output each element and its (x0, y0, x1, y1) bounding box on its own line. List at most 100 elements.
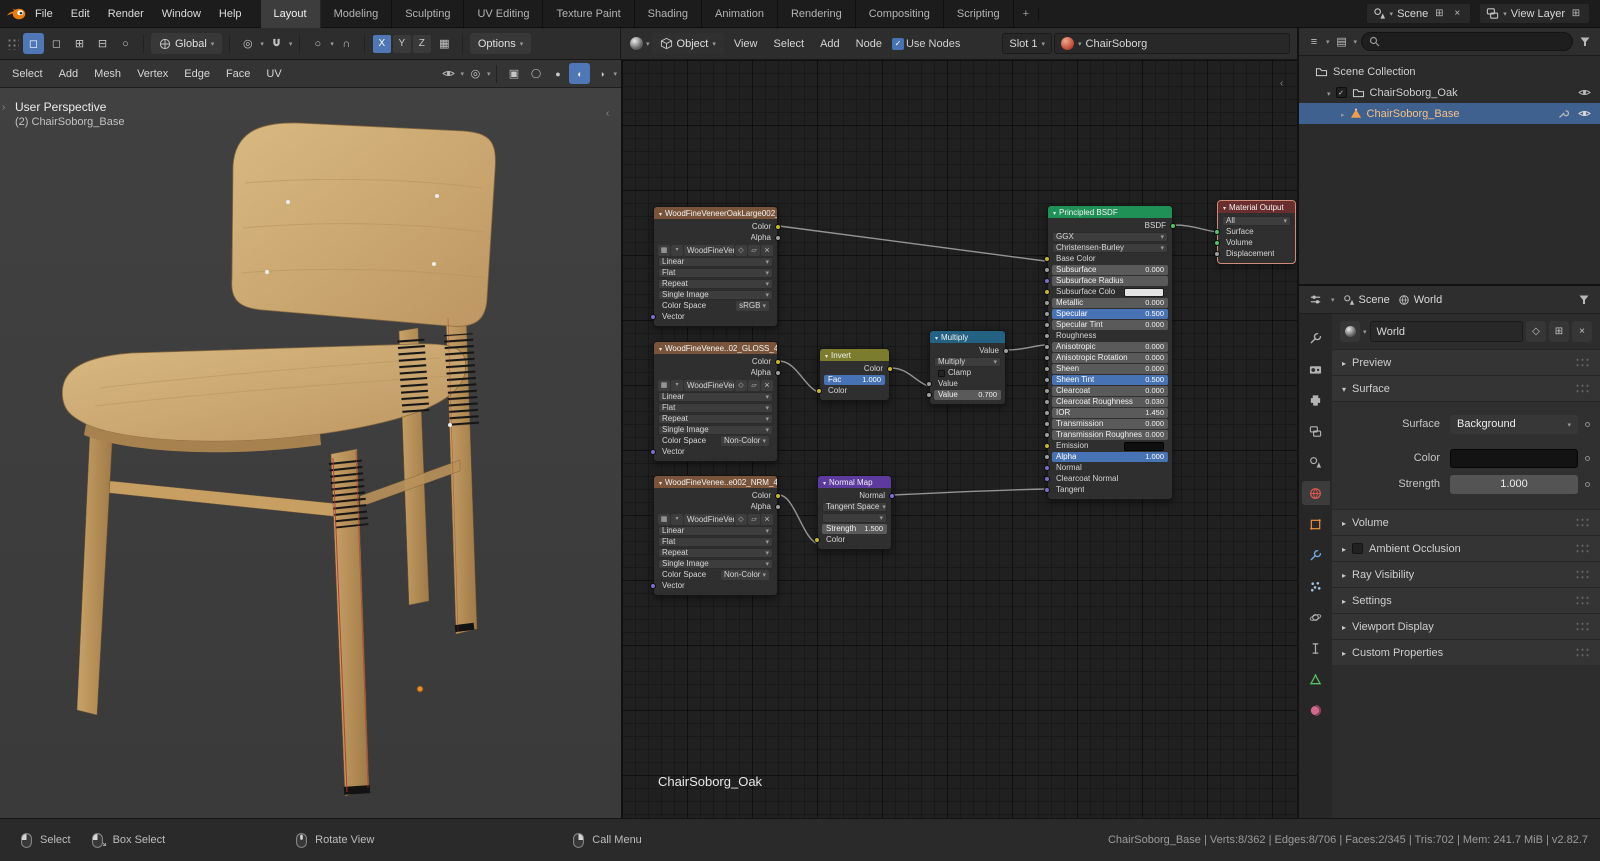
input-socket[interactable] (1214, 229, 1220, 235)
chevron-down-icon[interactable] (330, 38, 334, 49)
menubar-item[interactable]: Window (153, 0, 210, 28)
mirror-axis-button[interactable]: Z (413, 35, 431, 53)
node-invert[interactable]: Invert Color Fac1.000 Color (819, 348, 890, 401)
node-input-row[interactable]: Specular 0.500 (1052, 309, 1168, 319)
visibility-dropdown-icon[interactable] (438, 63, 459, 84)
image-name[interactable]: WoodFineVene... (684, 380, 734, 391)
disclosure-icon[interactable] (1327, 87, 1331, 99)
input-socket[interactable] (1044, 322, 1050, 328)
node-input-row[interactable]: Tangent (1052, 485, 1168, 495)
workspace-tab[interactable]: Animation (702, 0, 778, 28)
interpolation-dropdown[interactable]: Linear (658, 526, 773, 536)
collection-checkbox[interactable] (1336, 87, 1347, 98)
node-input-row[interactable]: Emission (1052, 441, 1168, 451)
strength-slider[interactable]: Strength1.500 (822, 524, 887, 534)
node-header[interactable]: Invert (820, 349, 889, 361)
mirror-axis-button[interactable]: X (373, 35, 391, 53)
color-space-dropdown[interactable]: Non-Color (721, 436, 769, 446)
panel-drag-icon[interactable] (1575, 357, 1590, 368)
use-nodes-checkbox[interactable] (892, 38, 904, 50)
input-socket[interactable] (1044, 311, 1050, 317)
node-header[interactable]: WoodFineVenee..02_GLOSS_4K.jpg (654, 342, 777, 354)
clamp-row[interactable]: Clamp (934, 368, 1001, 378)
animate-dot[interactable] (1585, 422, 1590, 427)
outliner-row-collection[interactable]: ChairSoborg_Oak (1299, 82, 1600, 103)
interpolation-dropdown[interactable]: Linear (658, 257, 773, 267)
panel-drag-icon[interactable] (1575, 543, 1590, 554)
shader-socket[interactable] (1170, 223, 1176, 229)
node-input-row[interactable]: Subsurface Colo (1052, 287, 1168, 297)
collapse-icon[interactable] (823, 478, 826, 487)
panel-drag-icon[interactable] (1575, 517, 1590, 528)
extension-dropdown[interactable]: Repeat (658, 548, 773, 558)
shader-menu-item[interactable]: Node (848, 38, 890, 50)
snap-individual-icon[interactable]: ▦ (434, 33, 455, 54)
source-dropdown[interactable]: Single Image (658, 290, 773, 300)
animate-dot[interactable] (1585, 482, 1590, 487)
color-socket[interactable] (775, 359, 781, 365)
node-header[interactable]: Material Output (1218, 201, 1295, 213)
world-name-field[interactable]: World (1370, 321, 1523, 342)
input-socket[interactable] (1044, 487, 1050, 493)
fake-user-icon[interactable] (735, 380, 747, 391)
node-input-row[interactable]: Surface (1222, 227, 1291, 237)
proportional-editing-icon[interactable]: ○ (307, 33, 328, 54)
pivot-point-button[interactable]: ◎ (237, 33, 258, 54)
input-socket[interactable] (1044, 278, 1050, 284)
shader-node-editor[interactable]: ‹ WoodFineVeneerOakLarge002_COL Color Al… (621, 60, 1297, 818)
output-value[interactable]: Value (934, 346, 1001, 356)
modifier-wrench-icon[interactable] (1555, 106, 1571, 122)
collapse-icon[interactable] (1053, 208, 1056, 217)
eye-icon[interactable] (1576, 85, 1592, 101)
unlink-world-icon[interactable]: × (1572, 321, 1592, 342)
input-value-1[interactable]: Value (934, 379, 1001, 389)
extension-dropdown[interactable]: Repeat (658, 279, 773, 289)
viewport-menu-item[interactable]: Face (218, 68, 258, 80)
node-principled-bsdf[interactable]: Principled BSDF BSDF GGX Christensen-Bur… (1047, 205, 1173, 500)
node-material-output[interactable]: Material Output All Surface Volume (1217, 200, 1296, 264)
collapse-icon[interactable] (659, 209, 662, 218)
input-socket[interactable] (1044, 465, 1050, 471)
value-socket[interactable] (926, 392, 932, 398)
node-input-row[interactable]: Volume (1222, 238, 1291, 248)
chevron-down-icon[interactable] (613, 68, 617, 79)
select-subtract-tool-button[interactable]: ⊟ (92, 33, 113, 54)
collapsed-panel[interactable]: Volume (1332, 509, 1600, 535)
input-value-2[interactable]: Value0.700 (934, 390, 1001, 400)
value-socket[interactable] (926, 381, 932, 387)
alpha-socket[interactable] (775, 235, 781, 241)
tab-object-data[interactable] (1302, 667, 1330, 691)
blender-logo-icon[interactable] (6, 6, 26, 22)
disclosure-icon[interactable] (1341, 108, 1345, 120)
strength-slider[interactable]: 1.000 (1450, 475, 1578, 494)
open-image-icon[interactable] (748, 380, 760, 391)
unlink-image-icon[interactable] (761, 514, 773, 525)
unlink-image-icon[interactable] (761, 245, 773, 256)
image-selector[interactable]: WoodFineVene... (658, 513, 773, 525)
input-socket[interactable] (1044, 267, 1050, 273)
panel-surface[interactable]: Surface (1332, 375, 1600, 401)
node-input-row[interactable]: Metallic 0.000 (1052, 298, 1168, 308)
color-socket[interactable] (816, 388, 822, 394)
node-input-row[interactable]: Transmission Roughness 0.000 (1052, 430, 1168, 440)
snap-magnet-icon[interactable] (266, 33, 287, 54)
filter-icon[interactable] (1576, 292, 1592, 308)
node-input-row[interactable]: Sheen 0.000 (1052, 364, 1168, 374)
tab-scene[interactable] (1302, 450, 1330, 474)
node-input-row[interactable]: Roughness (1052, 331, 1168, 341)
workspace-tab[interactable]: Layout (261, 0, 321, 28)
node-input-row[interactable]: Specular Tint 0.000 (1052, 320, 1168, 330)
node-normal-map[interactable]: Normal Map Normal Tangent Space Strength… (817, 475, 892, 550)
tab-physics[interactable] (1302, 605, 1330, 629)
input-socket[interactable] (1044, 421, 1050, 427)
node-input-row[interactable]: Anisotropic 0.000 (1052, 342, 1168, 352)
world-color-swatch[interactable] (1450, 449, 1578, 468)
workspace-tab[interactable]: Modeling (321, 0, 393, 28)
breadcrumb-world[interactable]: World (1398, 292, 1443, 308)
node-header[interactable]: Normal Map (818, 476, 891, 488)
shading-solid-icon[interactable]: ● (547, 63, 568, 84)
unlink-image-icon[interactable] (761, 380, 773, 391)
chevron-down-icon[interactable] (260, 38, 264, 49)
node-input-row[interactable]: Sheen Tint 0.500 (1052, 375, 1168, 385)
workspace-tab[interactable]: Rendering (778, 0, 856, 28)
